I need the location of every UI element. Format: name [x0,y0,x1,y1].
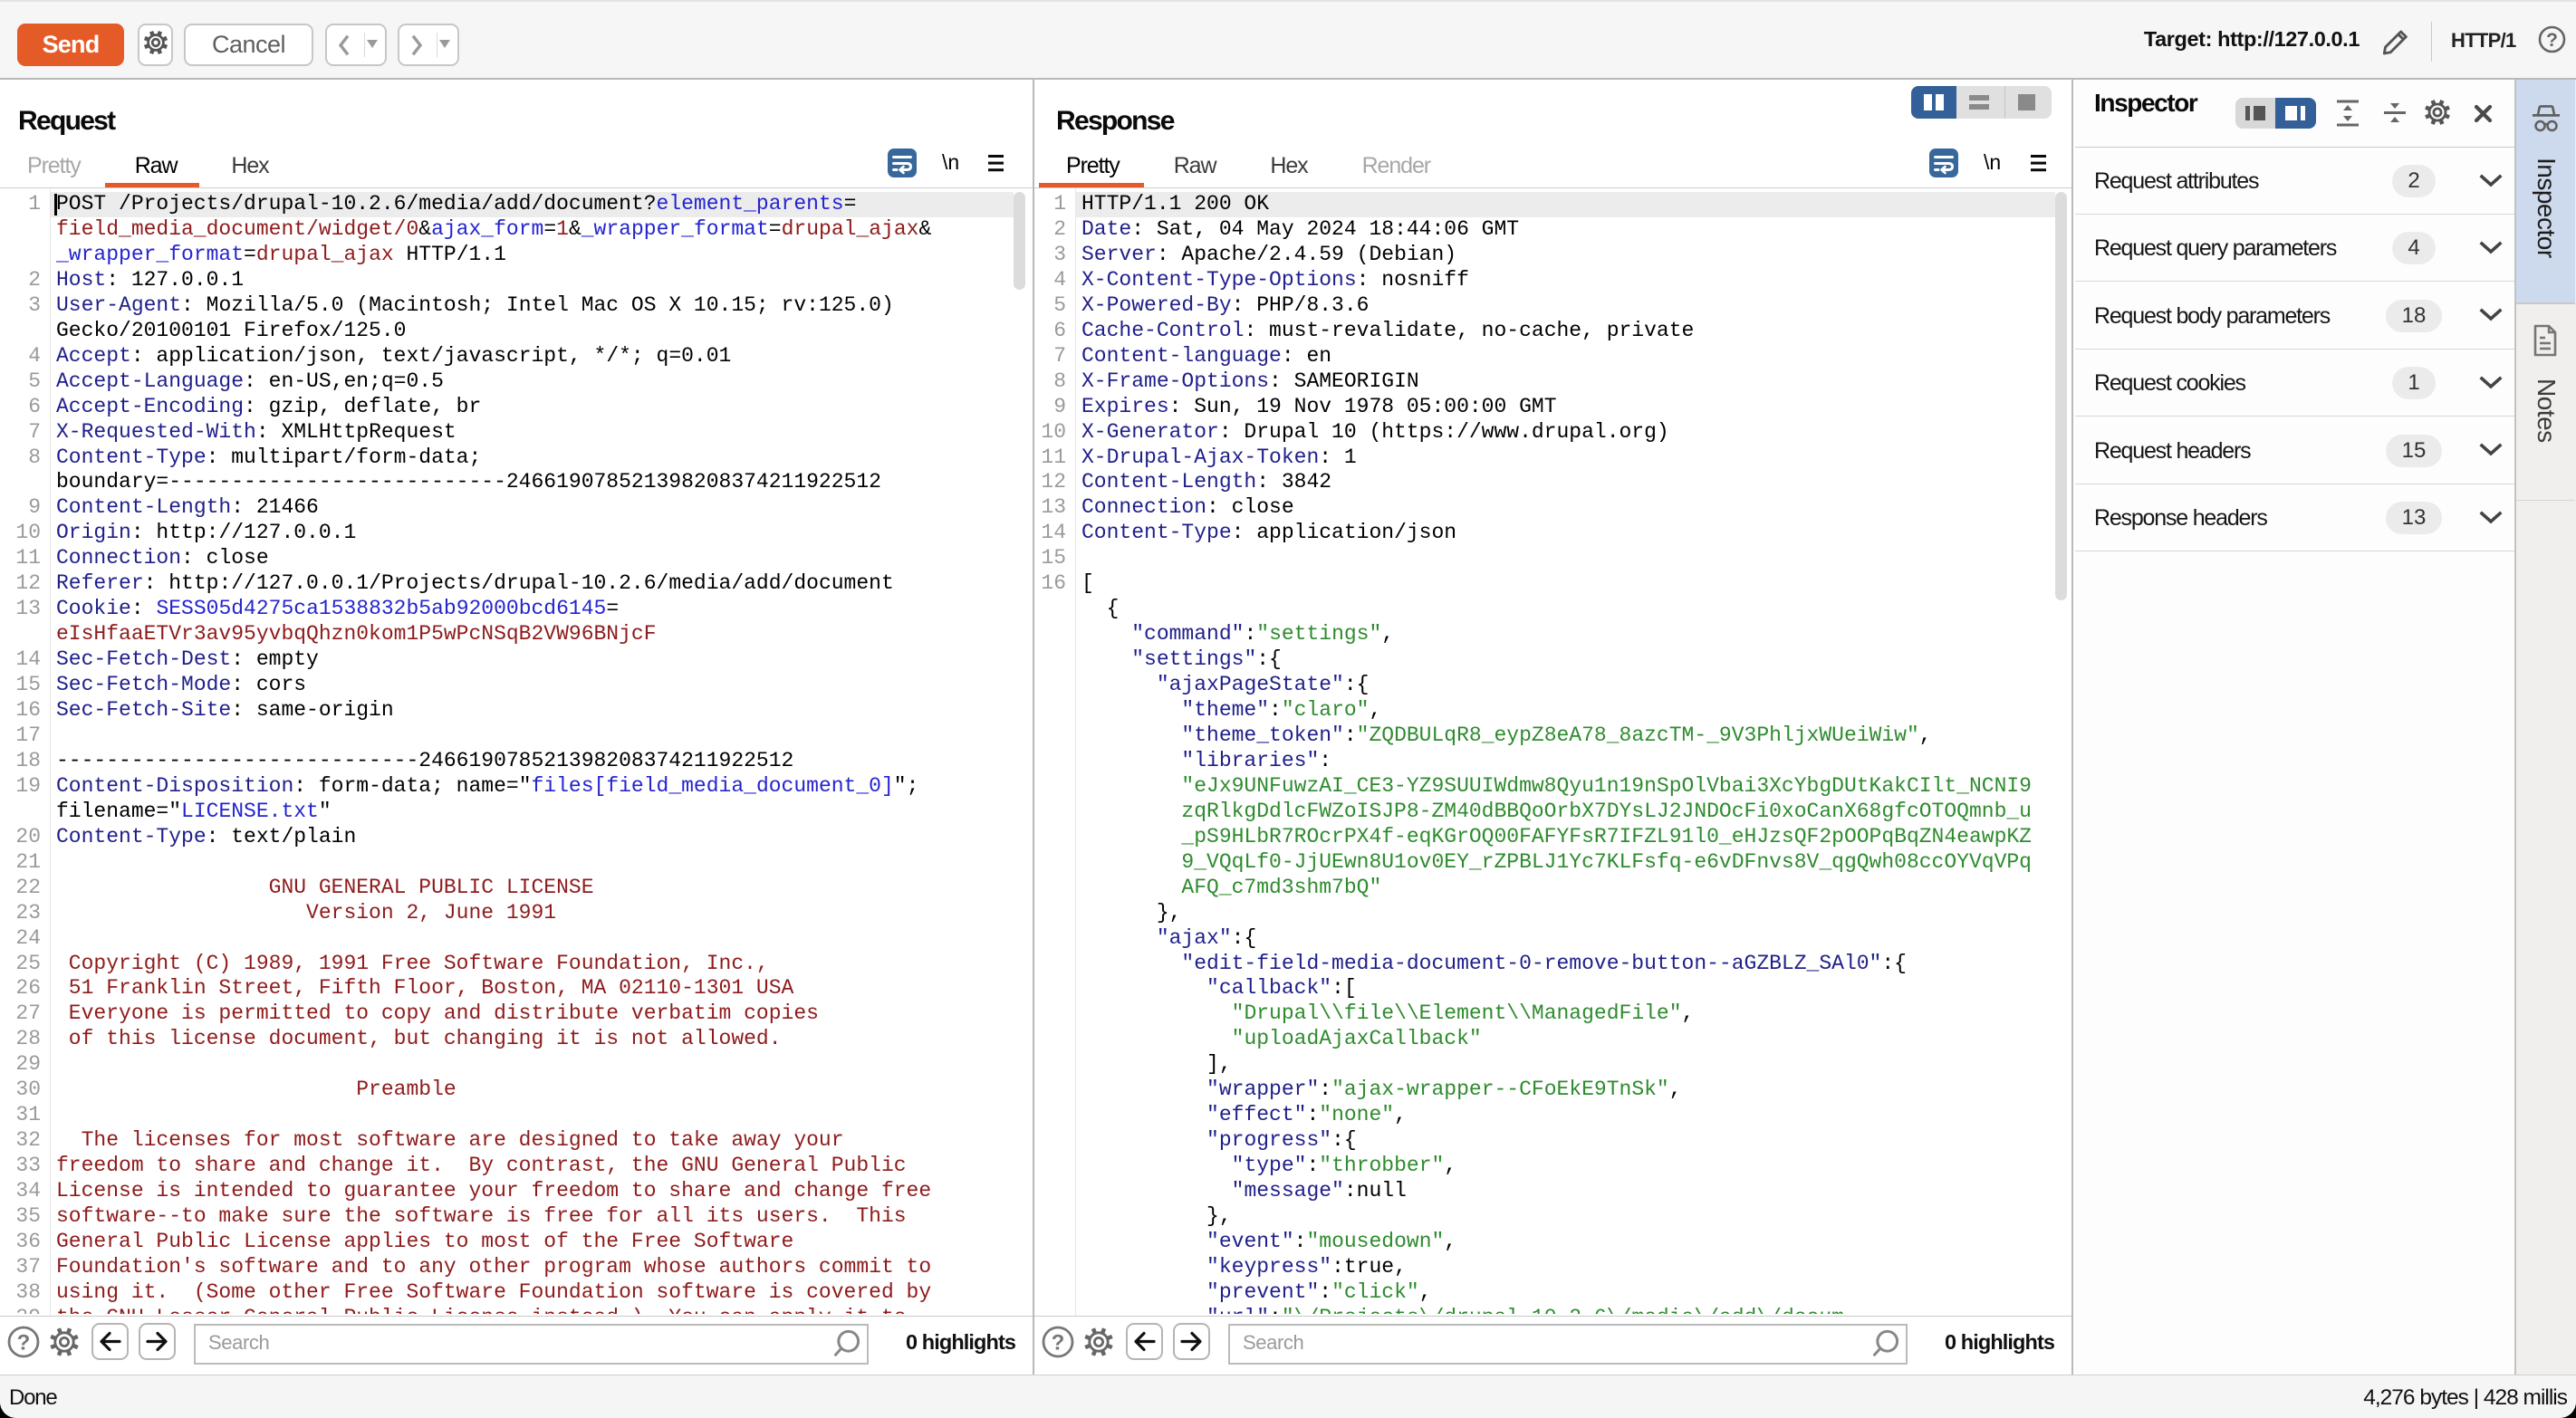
svg-text:?: ? [1052,1331,1065,1356]
svg-text:?: ? [17,1331,31,1356]
svg-text:?: ? [2546,30,2558,51]
